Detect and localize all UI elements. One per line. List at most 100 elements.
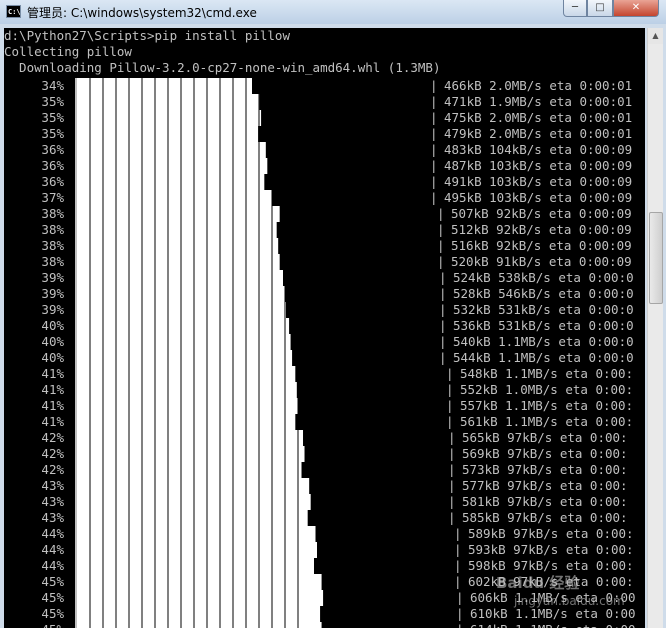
- progress-stats: 516kB 92kB/s eta 0:00:09: [451, 238, 632, 253]
- progress-separator: |: [456, 590, 464, 605]
- progress-stats: 548kB 1.1MB/s eta 0:00:: [460, 366, 634, 381]
- watermark: Baidu 经验: [496, 572, 579, 593]
- progress-percent: 43%: [41, 478, 64, 493]
- watermark-url: jingyan.baidu.com: [514, 594, 625, 608]
- progress-stats: 577kB 97kB/s eta 0:00:: [462, 478, 628, 493]
- progress-separator: |: [446, 366, 454, 381]
- progress-percent: 45%: [41, 574, 64, 589]
- progress-separator: |: [448, 430, 456, 445]
- progress-percent: 44%: [41, 526, 64, 541]
- title-bar[interactable]: C:\ 管理员: C:\windows\system32\cmd.exe ─ □…: [0, 0, 666, 24]
- scrollbar-thumb[interactable]: [649, 212, 663, 304]
- progress-stats: 610kB 1.1MB/s eta 0:00: [470, 606, 636, 621]
- progress-separator: |: [430, 142, 438, 157]
- progress-separator: |: [439, 270, 447, 285]
- progress-percent: 42%: [41, 446, 64, 461]
- progress-separator: |: [430, 158, 438, 173]
- progress-percent: 43%: [41, 494, 64, 509]
- progress-percent: 41%: [41, 366, 64, 381]
- maximize-icon: □: [595, 2, 605, 13]
- progress-percent: 36%: [41, 174, 64, 189]
- progress-separator: |: [448, 462, 456, 477]
- progress-percent: 40%: [41, 350, 64, 365]
- minimize-icon: ─: [571, 2, 579, 13]
- progress-separator: |: [430, 78, 438, 93]
- progress-separator: |: [439, 334, 447, 349]
- progress-stats: 573kB 97kB/s eta 0:00:: [462, 462, 628, 477]
- progress-stats: 475kB 2.0MB/s eta 0:00:01: [444, 110, 633, 125]
- progress-separator: |: [456, 622, 464, 628]
- progress-stats: 552kB 1.0MB/s eta 0:00:: [460, 382, 634, 397]
- progress-stats: 507kB 92kB/s eta 0:00:09: [451, 206, 632, 221]
- progress-stats: 524kB 538kB/s eta 0:00:0: [453, 270, 634, 285]
- scroll-up-button[interactable]: ▲: [648, 28, 663, 44]
- progress-separator: |: [446, 414, 454, 429]
- progress-percent: 35%: [41, 126, 64, 141]
- progress-separator: |: [454, 558, 462, 573]
- maximize-button[interactable]: □: [587, 0, 613, 17]
- progress-percent: 38%: [41, 206, 64, 221]
- progress-percent: 37%: [41, 190, 64, 205]
- progress-stats: 614kB 1.1MB/s eta 0:00: [470, 622, 636, 628]
- progress-stats: 528kB 546kB/s eta 0:00:0: [453, 286, 634, 301]
- progress-separator: |: [448, 478, 456, 493]
- progress-percent: 41%: [41, 382, 64, 397]
- progress-percent: 43%: [41, 510, 64, 525]
- progress-percent: 38%: [41, 254, 64, 269]
- progress-percent: 40%: [41, 318, 64, 333]
- progress-percent: 39%: [41, 270, 64, 285]
- progress-percent: 41%: [41, 398, 64, 413]
- progress-separator: |: [430, 174, 438, 189]
- progress-separator: |: [439, 286, 447, 301]
- progress-stats: 536kB 531kB/s eta 0:00:0: [453, 318, 634, 333]
- progress-percent: 39%: [41, 302, 64, 317]
- progress-separator: |: [439, 318, 447, 333]
- progress-percent: 34%: [41, 78, 64, 93]
- progress-stats: 593kB 97kB/s eta 0:00:: [468, 542, 634, 557]
- close-button[interactable]: ✕: [613, 0, 659, 17]
- console-output[interactable]: d:\Python27\Scripts>pip install pillow C…: [4, 28, 645, 628]
- progress-separator: |: [430, 190, 438, 205]
- progress-stats: 479kB 2.0MB/s eta 0:00:01: [444, 126, 633, 141]
- progress-separator: |: [437, 238, 445, 253]
- progress-percent: 45%: [41, 590, 64, 605]
- progress-separator: |: [448, 446, 456, 461]
- vertical-scrollbar[interactable]: ▲: [647, 28, 663, 628]
- progress-stats: 561kB 1.1MB/s eta 0:00:: [460, 414, 634, 429]
- progress-separator: |: [430, 110, 438, 125]
- progress-stats: 512kB 92kB/s eta 0:00:09: [451, 222, 632, 237]
- progress-separator: |: [437, 254, 445, 269]
- progress-separator: |: [448, 510, 456, 525]
- progress-percent: 42%: [41, 462, 64, 477]
- progress-percent: 35%: [41, 110, 64, 125]
- progress-separator: |: [439, 350, 447, 365]
- progress-stats: 532kB 531kB/s eta 0:00:0: [453, 302, 634, 317]
- progress-percent: 44%: [41, 558, 64, 573]
- progress-percent: 36%: [41, 158, 64, 173]
- progress-percent: 39%: [41, 286, 64, 301]
- progress-stats: 544kB 1.1MB/s eta 0:00:0: [453, 350, 634, 365]
- progress-stats: 581kB 97kB/s eta 0:00:: [462, 494, 628, 509]
- progress-separator: |: [446, 382, 454, 397]
- progress-separator: |: [430, 94, 438, 109]
- progress-stats: 491kB 103kB/s eta 0:00:09: [444, 174, 633, 189]
- progress-stats: 466kB 2.0MB/s eta 0:00:01: [444, 78, 633, 93]
- close-icon: ✕: [631, 2, 641, 13]
- progress-percent: 41%: [41, 414, 64, 429]
- progress-stats: 520kB 91kB/s eta 0:00:09: [451, 254, 632, 269]
- progress-percent: 40%: [41, 334, 64, 349]
- cmd-icon: C:\: [6, 5, 21, 18]
- progress-separator: |: [430, 126, 438, 141]
- progress-separator: |: [454, 574, 462, 589]
- progress-stats: 589kB 97kB/s eta 0:00:: [468, 526, 634, 541]
- progress-percent: 45%: [4, 622, 64, 628]
- progress-stats: 585kB 97kB/s eta 0:00:: [462, 510, 628, 525]
- progress-separator: |: [448, 494, 456, 509]
- progress-percent: 44%: [41, 542, 64, 557]
- progress-percent: 38%: [41, 238, 64, 253]
- progress-stats: 483kB 104kB/s eta 0:00:09: [444, 142, 633, 157]
- progress-stats: 557kB 1.1MB/s eta 0:00:: [460, 398, 634, 413]
- minimize-button[interactable]: ─: [563, 0, 587, 17]
- progress-percent: 42%: [41, 430, 64, 445]
- progress-separator: |: [437, 206, 445, 221]
